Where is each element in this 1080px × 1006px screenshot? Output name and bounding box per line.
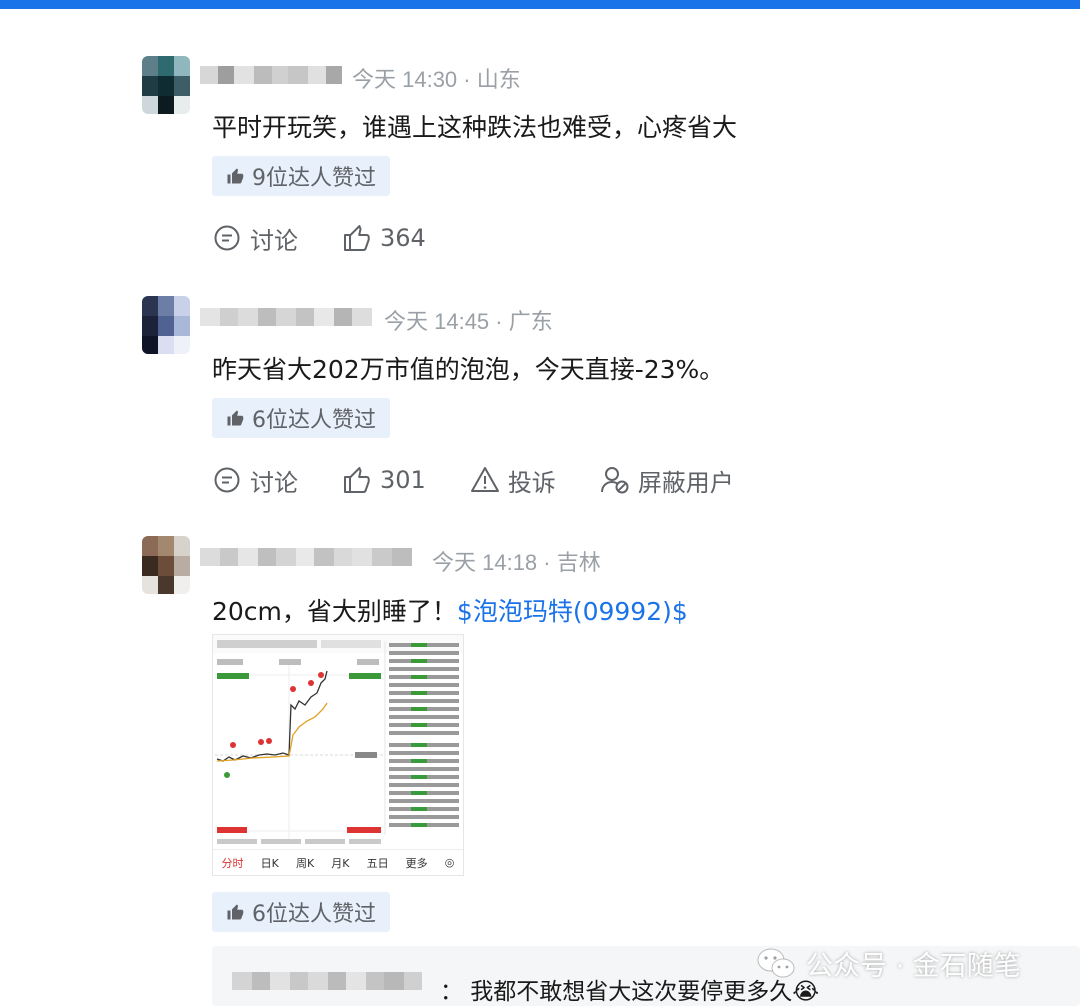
comment-actions: 讨论 364 bbox=[212, 220, 470, 256]
discuss-label: 讨论 bbox=[250, 226, 298, 255]
username-blurred[interactable] bbox=[200, 542, 412, 572]
stock-chart-image[interactable]: 分时 日K 周K 月K 五日 更多 ◎ bbox=[212, 634, 464, 876]
block-user-button[interactable]: 屏蔽用户 bbox=[600, 463, 734, 498]
expert-likes-badge[interactable]: 9位达人赞过 bbox=[212, 156, 390, 196]
username-blurred[interactable] bbox=[200, 302, 372, 332]
wechat-icon bbox=[757, 948, 795, 977]
thumb-up-icon bbox=[344, 225, 370, 251]
like-button[interactable]: 364 bbox=[342, 223, 426, 253]
chart-tab[interactable]: 月K bbox=[331, 855, 349, 871]
thumb-up-filled-icon bbox=[227, 904, 244, 920]
avatar[interactable] bbox=[142, 56, 190, 114]
comment-bubble-icon bbox=[214, 225, 240, 251]
badge-label: 6位达人赞过 bbox=[252, 902, 376, 927]
chart-tab[interactable]: 周K bbox=[296, 855, 314, 871]
chart-tab[interactable]: 更多 bbox=[406, 855, 428, 871]
like-count: 301 bbox=[380, 466, 426, 494]
thumb-up-icon bbox=[344, 467, 370, 493]
block-user-icon bbox=[600, 467, 629, 494]
reply-username-blurred[interactable] bbox=[232, 966, 422, 996]
report-label: 投诉 bbox=[507, 468, 556, 497]
like-button[interactable]: 301 bbox=[342, 465, 426, 495]
chart-tab[interactable]: 分时 bbox=[222, 855, 244, 871]
comment-actions: 讨论 301 投诉 屏蔽用户 bbox=[212, 462, 778, 498]
discuss-button[interactable]: 讨论 bbox=[212, 463, 298, 498]
comment-meta: 今天 14:45 · 广东 bbox=[384, 309, 553, 334]
comment-bubble-icon bbox=[214, 467, 240, 493]
badge-label: 6位达人赞过 bbox=[252, 408, 376, 433]
block-user-label: 屏蔽用户 bbox=[637, 468, 734, 497]
discuss-label: 讨论 bbox=[250, 468, 298, 497]
avatar[interactable] bbox=[142, 536, 190, 594]
watermark-text: 公众号 · 金石随笔 bbox=[806, 951, 1021, 982]
watermark: 公众号 · 金石随笔 bbox=[756, 944, 1021, 983]
chart-period-tabs: 分时 日K 周K 月K 五日 更多 ◎ bbox=[213, 849, 463, 875]
badge-label: 9位达人赞过 bbox=[252, 166, 376, 191]
avatar[interactable] bbox=[142, 296, 190, 354]
like-count: 364 bbox=[380, 224, 426, 252]
intraday-chart-thumbnail bbox=[213, 635, 463, 844]
username-blurred[interactable] bbox=[200, 60, 342, 90]
stock-link[interactable]: $泡泡玛特(09992)$ bbox=[457, 597, 688, 626]
comment-meta: 今天 14:18 · 吉林 bbox=[432, 550, 601, 575]
discuss-button[interactable]: 讨论 bbox=[212, 221, 298, 256]
comment-text: 昨天省大202万市值的泡泡，今天直接-23%。 bbox=[212, 355, 725, 384]
chart-settings-icon[interactable]: ◎ bbox=[445, 856, 455, 869]
warning-triangle-icon bbox=[470, 467, 499, 492]
report-button[interactable]: 投诉 bbox=[470, 463, 556, 498]
chart-tab[interactable]: 五日 bbox=[367, 855, 389, 871]
comment-meta: 今天 14:30 · 山东 bbox=[352, 67, 521, 92]
top-accent-bar bbox=[0, 0, 1080, 9]
expert-likes-badge[interactable]: 6位达人赞过 bbox=[212, 398, 390, 438]
thumb-up-filled-icon bbox=[227, 410, 244, 426]
thumb-up-filled-icon bbox=[227, 168, 244, 184]
comment-text-body: 20cm，省大别睡了！ bbox=[212, 597, 457, 626]
comment-text: 20cm，省大别睡了！$泡泡玛特(09992)$ bbox=[212, 592, 688, 628]
expert-likes-badge[interactable]: 6位达人赞过 bbox=[212, 892, 390, 932]
chart-tab[interactable]: 日K bbox=[261, 855, 279, 871]
comment-text: 平时开玩笑，谁遇上这种跌法也难受，心疼省大 bbox=[212, 113, 738, 142]
